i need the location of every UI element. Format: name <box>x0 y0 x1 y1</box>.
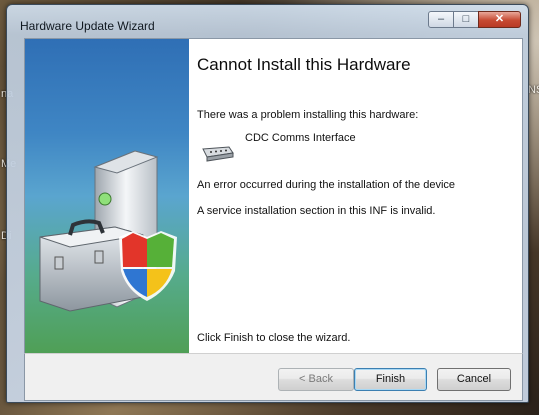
title-bar[interactable]: Hardware Update Wizard – □ ✕ <box>7 5 528 35</box>
maximize-button[interactable]: □ <box>453 11 479 28</box>
cancel-button[interactable]: Cancel <box>437 368 511 391</box>
window-title: Hardware Update Wizard <box>20 19 155 33</box>
wizard-window: Hardware Update Wizard – □ ✕ Cannot Inst… <box>6 4 529 403</box>
minimize-button[interactable]: – <box>428 11 454 28</box>
close-icon: ✕ <box>494 13 505 25</box>
serial-port-icon <box>202 146 234 162</box>
page-heading: Cannot Install this Hardware <box>197 55 411 74</box>
button-bar: < Back Finish Cancel <box>24 353 523 401</box>
error-message: An error occurred during the installatio… <box>197 179 456 191</box>
minimize-icon: – <box>437 13 445 25</box>
toolbox-shield-icon <box>39 150 177 312</box>
maximize-icon: □ <box>462 13 470 25</box>
finish-button[interactable]: Finish <box>354 368 427 391</box>
error-detail: A service installation section in this I… <box>197 205 436 217</box>
wizard-page: Cannot Install this Hardware There was a… <box>24 38 523 354</box>
close-hint: Click Finish to close the wizard. <box>197 332 351 344</box>
desktop-text-fragment: NS <box>528 84 539 96</box>
wizard-content: Cannot Install this Hardware There was a… <box>189 39 522 354</box>
back-button[interactable]: < Back <box>278 368 354 391</box>
wizard-sidebar <box>25 39 189 354</box>
device-name: CDC Comms Interface <box>245 132 356 144</box>
close-button[interactable]: ✕ <box>478 11 521 28</box>
intro-text: There was a problem installing this hard… <box>197 109 419 121</box>
